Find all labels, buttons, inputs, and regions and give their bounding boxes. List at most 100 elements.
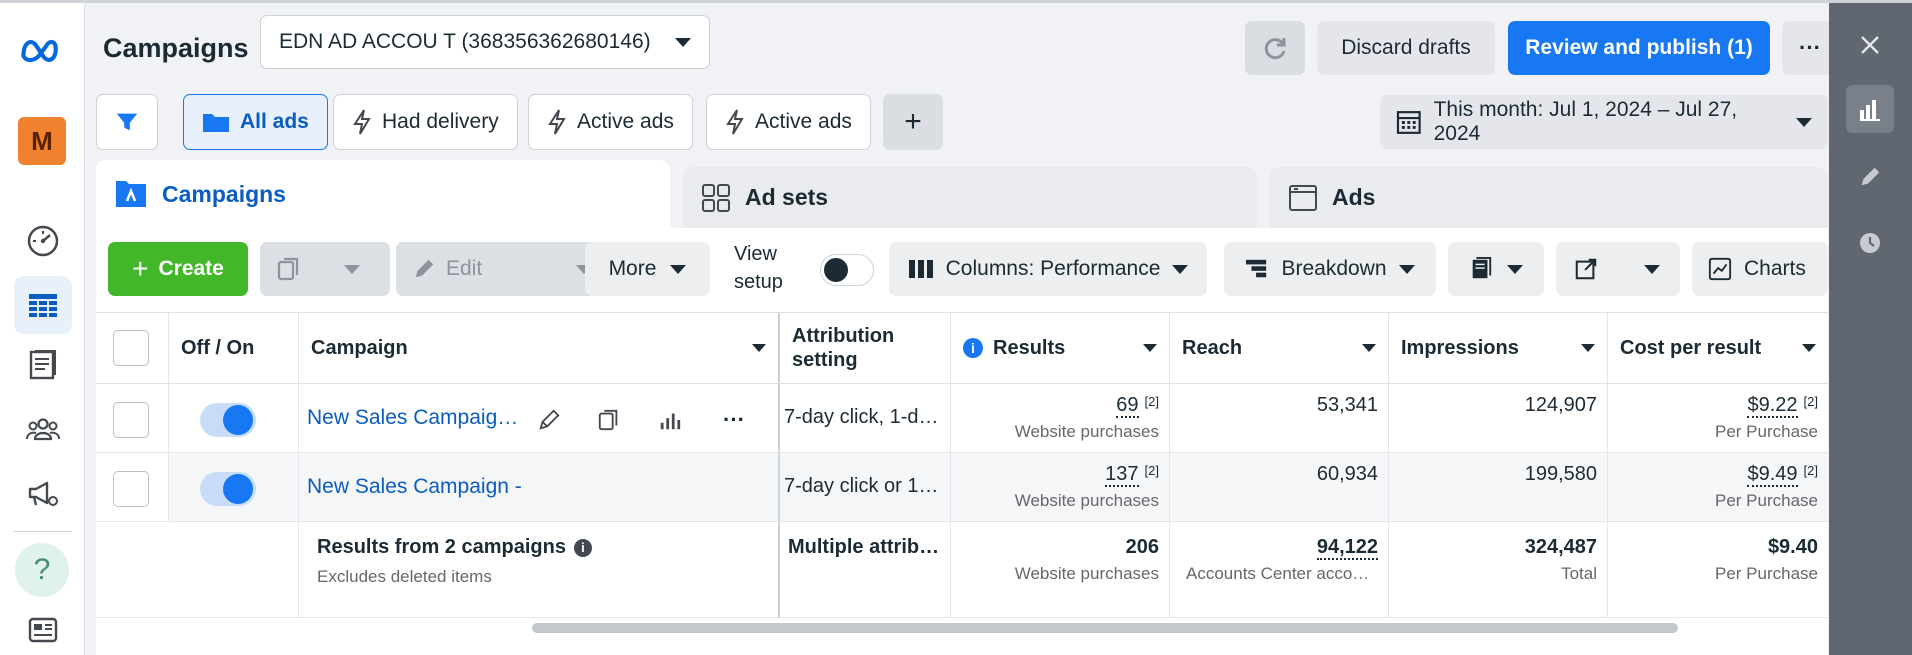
summary-results-type: Website purchases [1014,564,1159,583]
calendar-icon [1396,111,1421,134]
row-select-cell [96,384,169,452]
more-actions-icon[interactable]: ··· [716,402,752,438]
chevron-down-icon [1172,264,1189,274]
header-attribution[interactable]: Attribution setting [780,313,951,383]
create-button[interactable]: + Create [108,242,248,296]
nav-divider [14,531,72,532]
header-reach[interactable]: Reach [1170,313,1389,383]
sort-caret-icon[interactable] [1802,344,1816,352]
discard-drafts-button[interactable]: Discard drafts [1317,21,1495,75]
header-attribution-line-2: setting [792,349,858,371]
account-avatar[interactable]: M [18,117,66,165]
cost-value: $9.22 [1747,394,1798,418]
header-impressions[interactable]: Impressions [1389,313,1608,383]
horizontal-scrollbar[interactable] [532,623,1678,633]
campaigns-table-icon[interactable] [14,276,72,334]
campaign-on-toggle[interactable] [200,472,256,506]
pencil-icon[interactable] [1846,153,1894,201]
help-icon[interactable]: ? [15,543,69,597]
sort-caret-icon[interactable] [752,344,766,352]
summary-title: Results from 2 campaigns [317,536,566,558]
ad-settings-megaphone-icon[interactable] [14,464,72,522]
tab-label: Campaigns [162,180,286,207]
add-filter-button[interactable]: + [883,94,943,150]
duplicate-button[interactable] [260,242,390,296]
duplicate-icon [277,257,299,281]
columns-button[interactable]: Columns: Performance [889,242,1207,296]
impressions-value: 124,907 [1524,394,1597,416]
row-checkbox[interactable] [113,402,149,438]
campaign-on-toggle[interactable] [200,403,256,437]
tab-ads[interactable]: Ads [1270,167,1828,228]
chip-had-delivery[interactable]: Had delivery [333,94,518,150]
reports-dropdown-button[interactable] [1448,242,1544,296]
results-footnote: [2] [1144,394,1159,409]
header-campaign[interactable]: Campaign [299,313,780,383]
chip-label: Had delivery [382,110,499,133]
summary-impressions: 324,487 [1524,536,1597,558]
cost-cell: $9.49 [2] Per Purchase [1608,453,1828,521]
sort-caret-icon[interactable] [1143,344,1157,352]
chip-all-ads[interactable]: All ads [183,94,328,150]
chip-active-ads-1[interactable]: Active ads [528,94,693,150]
tab-campaigns[interactable]: Campaigns [96,160,670,228]
reach-cell: 53,341 [1170,384,1389,452]
chip-active-ads-2[interactable]: Active ads [706,94,871,150]
chevron-down-icon [344,264,360,274]
summary-reach-cell: 94,122 Accounts Center acco… [1170,522,1389,617]
summary-attribution: Multiple attrib… [780,522,951,617]
results-cell: 137 [2] Website purchases [951,453,1170,521]
results-cell: 69 [2] Website purchases [951,384,1170,452]
lightning-icon [726,109,744,135]
campaign-name-cell: New Sales Campaig… ··· [299,384,780,452]
refresh-button[interactable] [1245,21,1305,75]
plus-icon: + [132,253,149,284]
bar-chart-icon[interactable] [1846,85,1894,133]
more-label: More [608,257,657,280]
tab-ad-sets[interactable]: Ad sets [683,167,1257,228]
date-range-picker[interactable]: This month: Jul 1, 2024 – Jul 27, 2024 [1380,95,1828,149]
cost-cell: $9.22 [2] Per Purchase [1608,384,1828,452]
more-button[interactable]: More [585,242,710,296]
close-icon[interactable] [1846,21,1894,69]
export-button[interactable] [1556,242,1680,296]
summary-title-cell: Results from 2 campaigns i Excludes dele… [299,522,780,617]
breakdown-button[interactable]: Breakdown [1224,242,1436,296]
header-results[interactable]: i Results [951,313,1170,383]
select-all-checkbox[interactable] [113,330,149,366]
attribution-cell: 7-day click, 1-d… [780,384,951,452]
filter-button[interactable] [96,94,158,150]
view-setup-line-2: setup [734,271,783,293]
history-clock-icon[interactable] [1846,219,1894,267]
sort-caret-icon[interactable] [1362,344,1376,352]
news-icon[interactable] [14,600,72,655]
header-offon[interactable]: Off / On [169,313,299,383]
tab-label: Ad sets [745,184,829,210]
reports-icon[interactable] [14,336,72,394]
campaign-name-link[interactable]: New Sales Campaign - [307,475,522,499]
account-selector[interactable]: EDN AD ACCOU T (368356362680146) [260,15,710,69]
summary-cost-type: Per Purchase [1715,564,1818,583]
cost-type: Per Purchase [1715,491,1818,510]
info-icon[interactable]: i [963,338,983,358]
view-setup-label: View setup [734,240,783,296]
charts-button[interactable]: Charts [1692,242,1828,296]
sort-caret-icon[interactable] [1581,344,1595,352]
info-icon[interactable]: i [573,538,592,557]
account-name: EDN AD ACCOU T (368356362680146) [279,30,651,53]
folder-icon [203,114,229,132]
header-reach-label: Reach [1182,336,1243,359]
review-and-publish-button[interactable]: Review and publish (1) [1508,21,1770,75]
dashboard-gauge-icon[interactable] [14,212,72,270]
attribution-cell: 7-day click or 1… [780,453,951,521]
edit-pencil-icon[interactable] [531,402,567,438]
row-checkbox[interactable] [113,471,149,507]
ads-window-icon [1289,184,1317,211]
header-cost-per-result[interactable]: Cost per result [1608,313,1828,383]
campaign-name-link[interactable]: New Sales Campaig… [307,406,518,430]
view-setup-toggle[interactable] [820,254,874,286]
view-charts-icon[interactable] [652,402,688,438]
audiences-icon[interactable] [14,400,72,458]
meta-logo-icon[interactable] [14,20,72,78]
duplicate-icon[interactable] [591,402,627,438]
